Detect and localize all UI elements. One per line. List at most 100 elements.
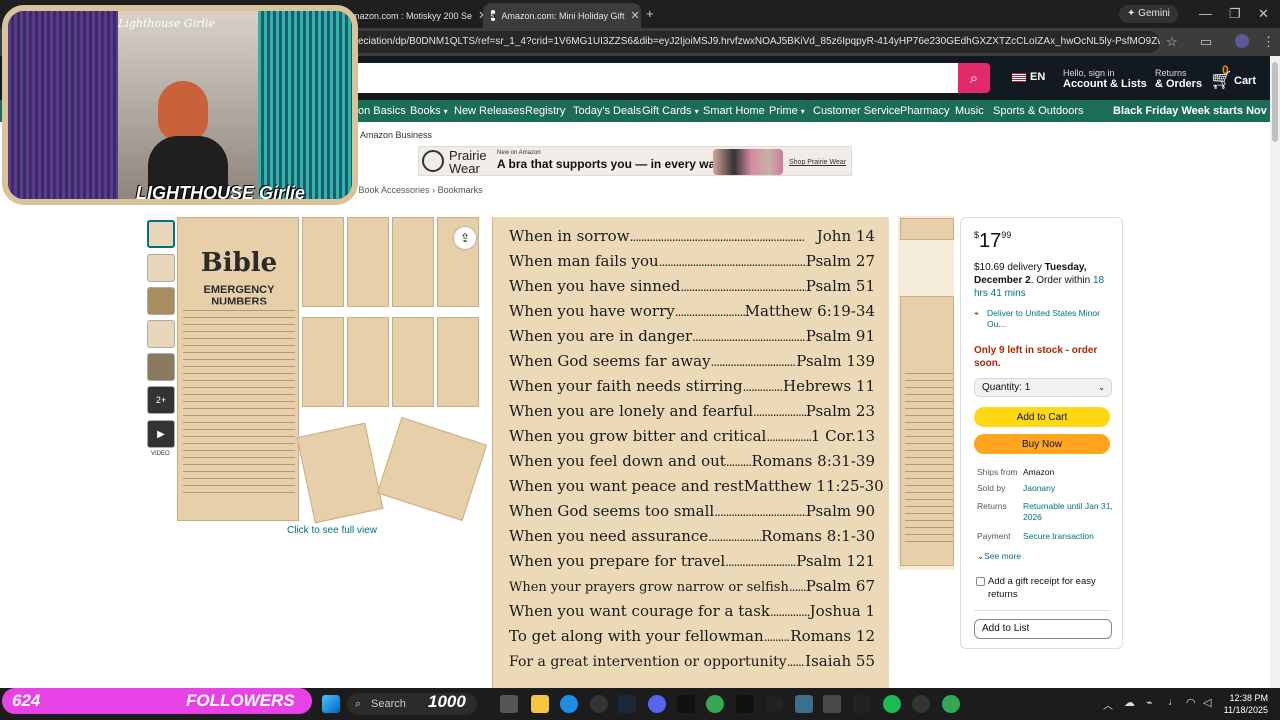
share-icon[interactable]: ⇪ <box>454 227 476 249</box>
product-thumbnail[interactable] <box>147 353 175 381</box>
obs-icon[interactable] <box>590 695 608 713</box>
search-button[interactable]: ⌕ <box>958 63 990 93</box>
app-icon[interactable] <box>853 695 871 713</box>
close-window-icon[interactable]: ✕ <box>1258 7 1269 20</box>
gift-receipt-checkbox[interactable] <box>976 577 985 586</box>
black-friday-promo[interactable]: Black Friday Week starts Nov 20 <box>1113 105 1280 117</box>
minimize-icon[interactable]: — <box>1199 7 1212 20</box>
payment-link[interactable]: Secure transaction <box>1023 531 1113 542</box>
windows-start-icon[interactable] <box>322 695 340 713</box>
cart-link[interactable]: 0 🛒︎ Cart <box>1210 63 1266 90</box>
detail-value: Amazon <box>1023 467 1055 477</box>
discord-icon[interactable] <box>648 695 666 713</box>
leader-dots: ........................................… <box>692 330 806 344</box>
nav-item-pharmacy[interactable]: Pharmacy <box>900 105 950 117</box>
chevron-up-icon[interactable]: ︿ <box>1103 697 1113 712</box>
profile-avatar-icon[interactable] <box>1235 34 1249 48</box>
add-to-list-button[interactable]: Add to List <box>974 619 1112 639</box>
clock[interactable]: 12:38 PM 11/18/2025 <box>1222 692 1268 716</box>
product-thumbnail[interactable] <box>147 320 175 348</box>
ad-cta-link[interactable]: Shop Prairie Wear <box>789 159 846 166</box>
zoom-line-text: When you want courage for a task <box>509 602 770 620</box>
breadcrumb-link[interactable]: Bookmarks <box>438 185 483 195</box>
zoom-line: When in sorrow..........................… <box>509 227 875 252</box>
video-thumbnail[interactable]: ▶ <box>147 420 175 448</box>
page-scrollbar[interactable] <box>1270 56 1280 688</box>
stream-name: Lighthouse Girlie <box>118 17 215 30</box>
close-tab-icon[interactable]: ✕ <box>631 9 640 22</box>
media-player-icon[interactable] <box>765 695 783 713</box>
browser-tab[interactable]: Amazon.com : Motiskyy 200 Se ✕ <box>338 3 483 28</box>
main-product-image[interactable]: Bible EMERGENCY NUMBERS ⇪ <box>177 217 488 524</box>
network-icon[interactable]: ⌁ <box>1146 696 1153 709</box>
full-view-link[interactable]: Click to see full view <box>287 525 377 536</box>
menu-kebab-icon[interactable]: ⋮ <box>1262 35 1275 48</box>
account-menu[interactable]: Hello, sign in Account & Lists <box>1063 68 1147 90</box>
amazon-business-link[interactable]: Amazon Business <box>360 130 432 140</box>
cart-icon: 🛒︎ <box>1210 70 1233 90</box>
buy-now-button[interactable]: Buy Now <box>974 434 1110 454</box>
new-tab-icon[interactable]: + <box>646 7 654 20</box>
see-more-link[interactable]: ⌄See more <box>977 551 1021 562</box>
chrome-icon[interactable] <box>706 695 724 713</box>
cloud-icon[interactable]: ☁ <box>1124 696 1135 709</box>
app-icon[interactable] <box>795 695 813 713</box>
nav-item-sports-outdoors[interactable]: Sports & Outdoors <box>993 105 1084 117</box>
browser-tab-active[interactable]: a Amazon.com: Mini Holiday Gift ✕ <box>483 3 641 28</box>
nav-item-smart-home[interactable]: Smart Home <box>703 105 765 117</box>
product-thumbnail[interactable] <box>147 220 175 248</box>
app-icon[interactable] <box>912 695 930 713</box>
cast-icon[interactable]: ▭ <box>1200 35 1212 48</box>
zoom-line: When you feel down and out..............… <box>509 452 875 477</box>
scrollbar-thumb[interactable] <box>1272 62 1278 142</box>
calculator-icon[interactable] <box>823 695 841 713</box>
add-to-cart-button[interactable]: Add to Cart <box>974 407 1110 427</box>
microphone-icon[interactable]: ♩ <box>1168 696 1179 708</box>
sponsored-banner[interactable]: Prairie Wear New on Amazon A bra that sup… <box>418 146 852 176</box>
language-selector[interactable]: EN <box>1012 71 1045 83</box>
maximize-icon[interactable]: ❐ <box>1229 7 1241 20</box>
product-thumbnail[interactable] <box>147 254 175 282</box>
more-images-thumbnail[interactable]: 2+ <box>147 386 175 414</box>
task-view-icon[interactable] <box>500 695 518 713</box>
zoom-line: When your prayers grow narrow or selfish… <box>509 577 875 602</box>
app-icon[interactable] <box>736 695 754 713</box>
nav-item-registry[interactable]: Registry <box>525 105 565 117</box>
terminal-icon[interactable] <box>677 695 695 713</box>
more-count: 2+ <box>155 395 167 405</box>
steam-icon[interactable] <box>618 695 636 713</box>
wifi-icon[interactable]: ◠ <box>1186 696 1196 709</box>
gemini-button[interactable]: ✦ Gemini <box>1119 5 1178 23</box>
file-explorer-icon[interactable] <box>531 695 549 713</box>
nav-item-basics[interactable]: on Basics <box>358 105 406 117</box>
returns-orders-link[interactable]: Returns & Orders <box>1155 68 1202 90</box>
edge-icon[interactable] <box>560 695 578 713</box>
chrome-icon[interactable] <box>942 695 960 713</box>
nav-item-books[interactable]: Books ▾ <box>410 105 448 117</box>
nav-item-todays-deals[interactable]: Today's Deals <box>573 105 641 117</box>
spotify-icon[interactable] <box>883 695 901 713</box>
volume-icon[interactable]: ◁ <box>1203 696 1211 709</box>
nav-item-new-releases[interactable]: New Releases <box>454 105 525 117</box>
search-input[interactable] <box>330 63 960 93</box>
gift-receipt-label: Add a gift receipt for easy returns <box>988 576 1096 600</box>
ad-product-image <box>713 149 783 175</box>
seller-link[interactable]: Jaonany <box>1023 483 1113 494</box>
product-thumbnail[interactable] <box>147 287 175 315</box>
quantity-value: Quantity: 1 <box>982 382 1031 393</box>
nav-item-music[interactable]: Music <box>955 105 984 117</box>
quantity-select[interactable]: Quantity: 1 ⌄ <box>974 378 1112 397</box>
leader-dots: ........................................… <box>725 555 796 569</box>
zoom-line: When your faith needs stirring..........… <box>509 377 875 402</box>
bookmark-star-icon[interactable]: ☆ <box>1166 35 1178 48</box>
nav-item-gift-cards[interactable]: Gift Cards ▾ <box>642 105 699 117</box>
breadcrumb-link[interactable]: & Book Accessories <box>350 185 430 195</box>
deliver-to-link[interactable]: ⌖ Deliver to United States Minor Ou... <box>974 308 1114 330</box>
leader-dots: ........................................… <box>770 605 810 619</box>
url-field[interactable]: eciation/dp/B0DNM1QLTS/ref=sr_1_4?crid=1… <box>330 31 1160 53</box>
zoom-line-ref: Matthew 6:19-34 <box>744 302 875 320</box>
nav-item-prime[interactable]: Prime ▾ <box>769 105 805 117</box>
nav-item-customer-service[interactable]: Customer Service <box>813 105 900 117</box>
returns-link[interactable]: Returnable until Jan 31, 2026 <box>1023 501 1113 523</box>
nav-item-label: Gift Cards <box>642 105 692 117</box>
